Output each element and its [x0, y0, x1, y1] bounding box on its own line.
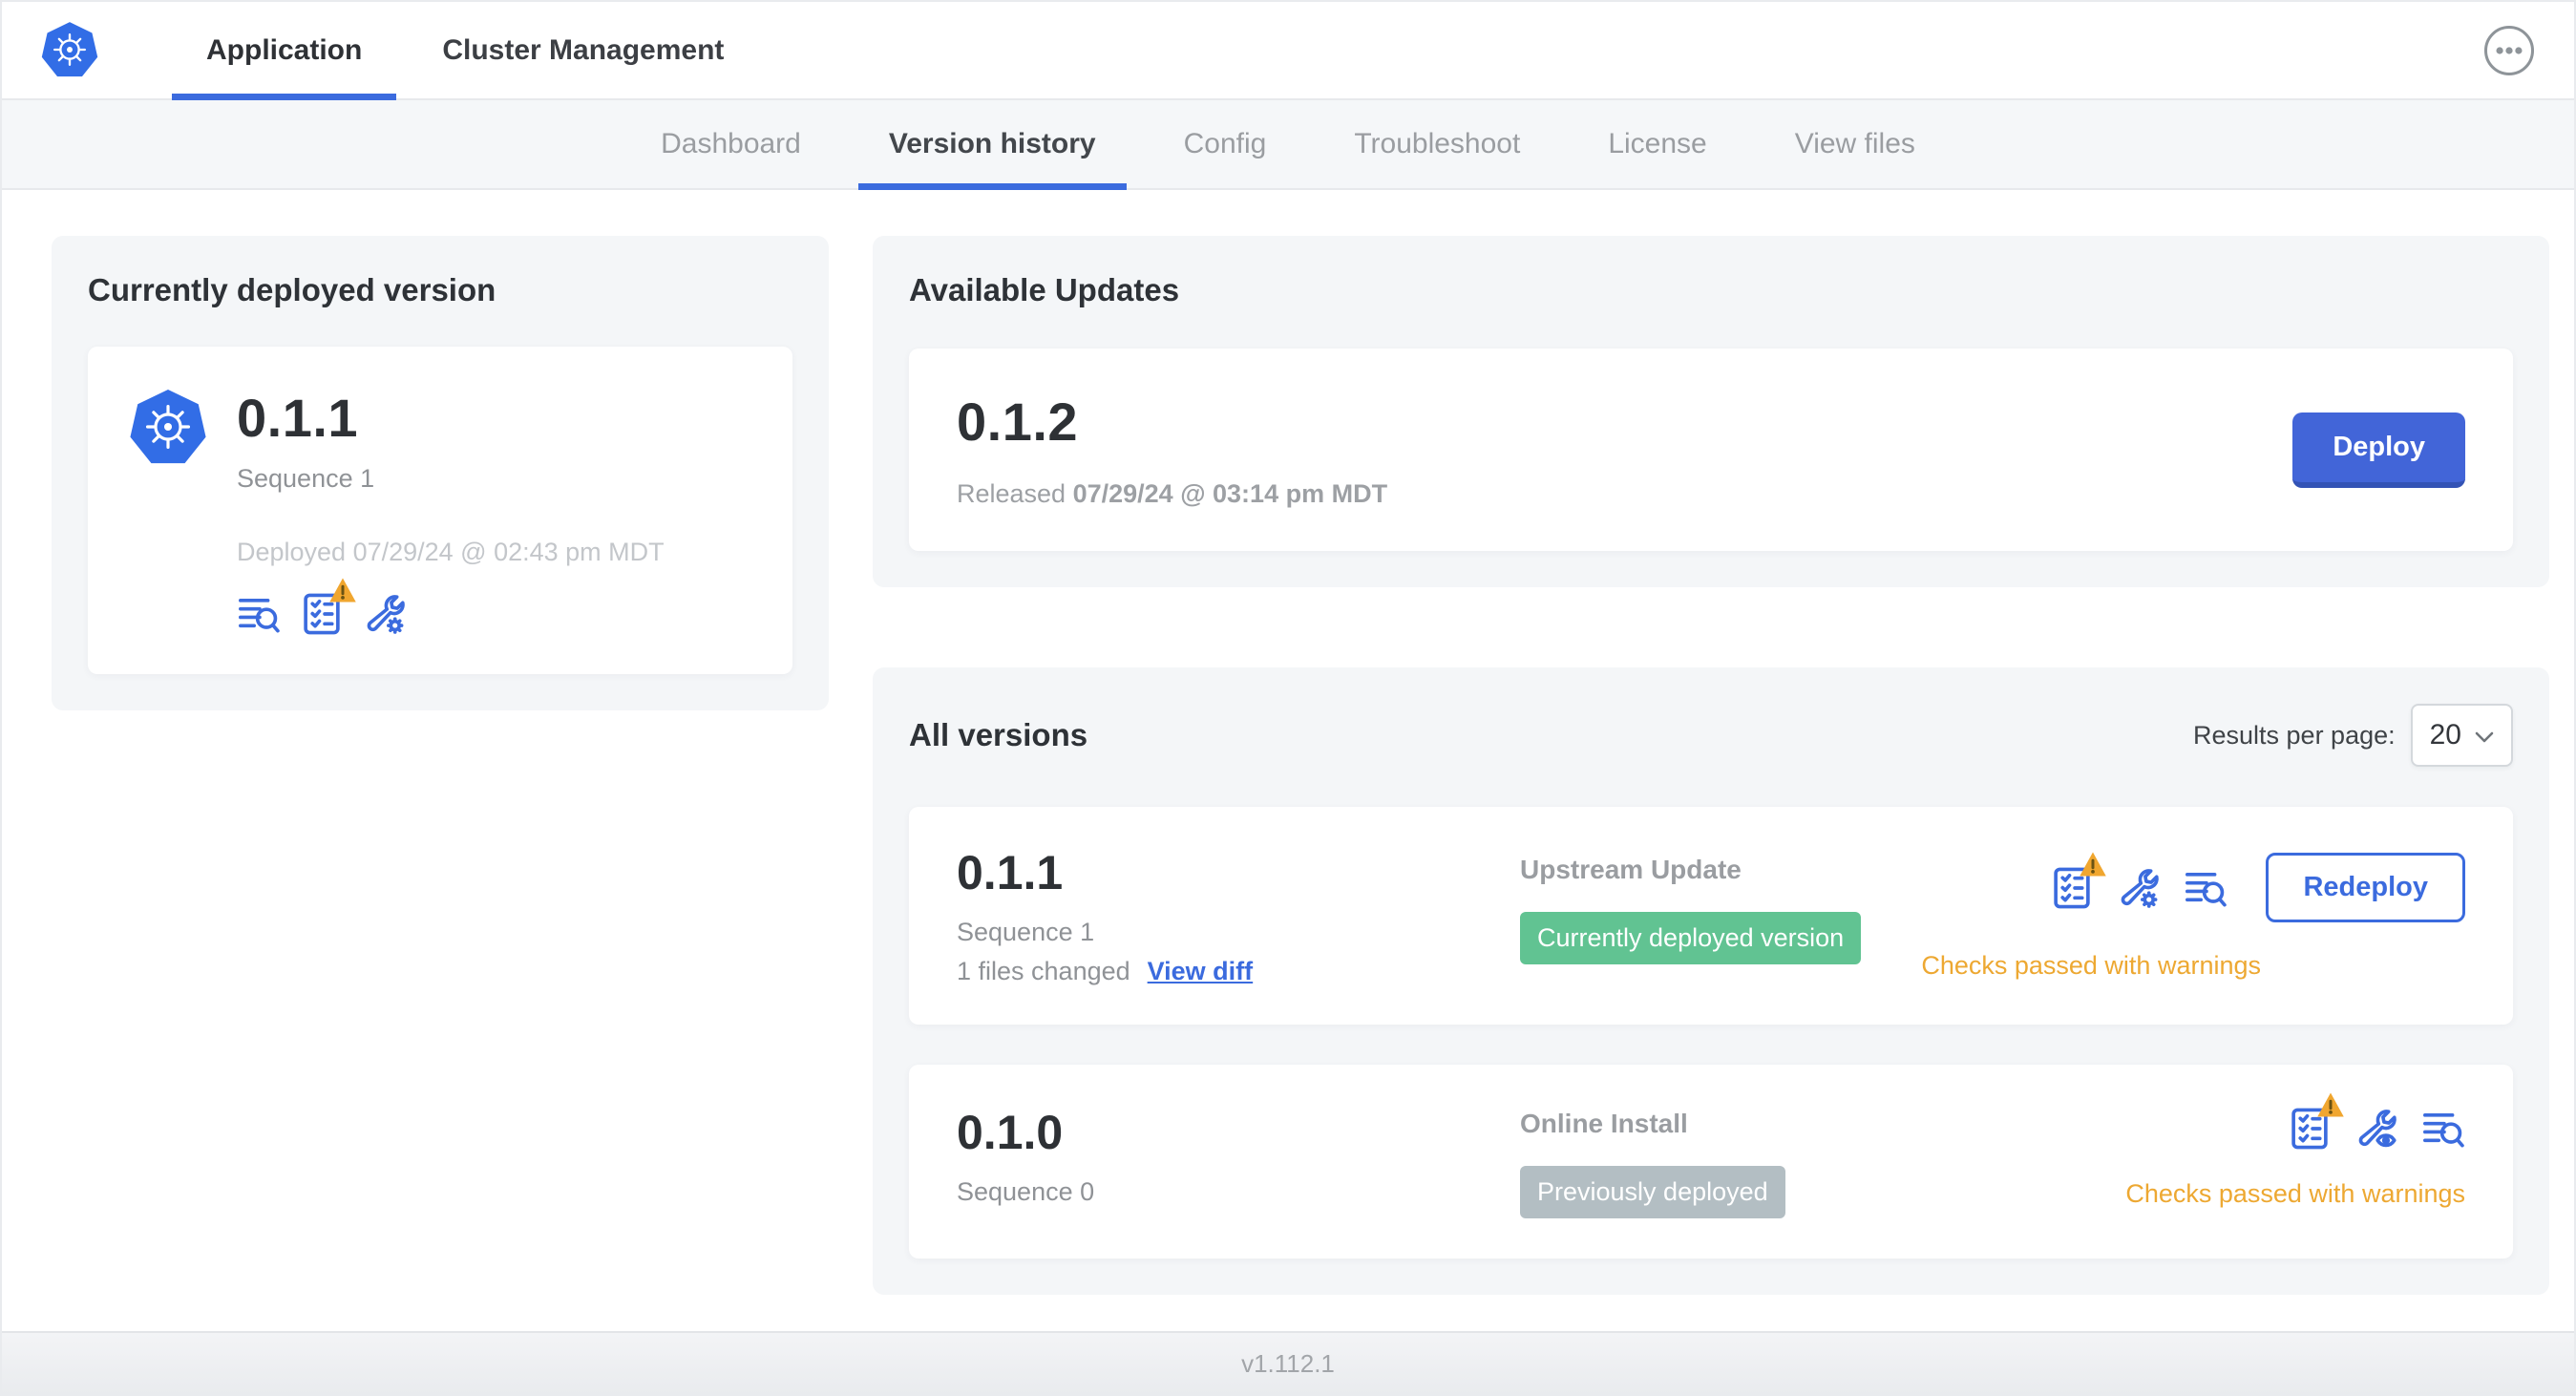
available-updates-title: Available Updates: [909, 272, 1180, 307]
top-bar: Application Cluster Management: [2, 2, 2574, 100]
preflight-checks-warning-icon[interactable]: [2050, 852, 2107, 910]
released-date: 07/29/24 @ 03:14 pm MDT: [1072, 479, 1388, 508]
version-row-actions: Redeploy Checks passed with warnings: [1921, 845, 2465, 986]
tab-application-label: Application: [206, 33, 363, 66]
checks-status[interactable]: Checks passed with warnings: [1921, 951, 2261, 981]
status-badge-previously-deployed: Previously deployed: [1520, 1166, 1785, 1218]
footer: v1.112.1: [2, 1331, 2574, 1394]
top-tabs: Application Cluster Management: [166, 2, 764, 100]
files-changed: 1 files changed View diff: [957, 957, 1520, 986]
version-sequence: Sequence 0: [957, 1177, 1095, 1206]
current-version-actions: [237, 578, 665, 636]
release-notes-icon[interactable]: [237, 592, 281, 636]
version-number: 0.1.0: [957, 1106, 1064, 1159]
version-row-0-1-1: 0.1.1 Sequence 1 1 files changed View di…: [909, 807, 2513, 1025]
version-number: 0.1.1: [957, 846, 1064, 899]
source-label: Upstream Update: [1520, 855, 1742, 884]
config-icon[interactable]: [363, 592, 407, 636]
kubernetes-logo-icon: [40, 20, 99, 81]
preflight-checks-warning-icon[interactable]: [2288, 1092, 2344, 1151]
right-panel: Available Updates 0.1.2 Released 07/29/2…: [873, 236, 2549, 1295]
current-version-title: Currently deployed version: [88, 272, 496, 307]
tab-cluster-management-label: Cluster Management: [442, 33, 725, 66]
status-badge-currently-deployed: Currently deployed version: [1520, 912, 1862, 964]
app-logo-icon: [128, 387, 208, 471]
release-notes-icon[interactable]: [2184, 866, 2228, 910]
redeploy-button[interactable]: Redeploy: [2266, 853, 2465, 922]
update-version-number: 0.1.2: [957, 391, 1079, 452]
subtab-config-label: Config: [1183, 128, 1267, 159]
view-config-icon[interactable]: [2354, 1107, 2398, 1151]
checks-status[interactable]: Checks passed with warnings: [2125, 1179, 2465, 1209]
update-info: 0.1.2 Released 07/29/24 @ 03:14 pm MDT: [957, 391, 1387, 509]
overflow-menu-button[interactable]: [2482, 24, 2536, 77]
warning-triangle-icon: [2079, 851, 2107, 878]
version-row-source: Upstream Update Currently deployed versi…: [1520, 845, 1921, 986]
app-window: Application Cluster Management Dashboard…: [0, 0, 2576, 1396]
subtab-troubleshoot-label: Troubleshoot: [1354, 128, 1521, 159]
all-versions-header: All versions Results per page: 20: [909, 704, 2513, 767]
update-released-timestamp: Released 07/29/24 @ 03:14 pm MDT: [957, 479, 1387, 509]
released-prefix: Released: [957, 479, 1066, 508]
version-row-actions: Checks passed with warnings: [2125, 1092, 2465, 1218]
action-icons: [2288, 1092, 2465, 1151]
ellipsis-icon: [2482, 25, 2536, 80]
chevron-down-icon: [2475, 719, 2494, 751]
update-row: 0.1.2 Released 07/29/24 @ 03:14 pm MDT D…: [909, 349, 2513, 551]
release-notes-icon[interactable]: [2421, 1107, 2465, 1151]
current-version-card: Currently deployed version 0.1.1 Sequenc…: [52, 236, 829, 710]
version-sequence: Sequence 1: [957, 918, 1095, 946]
subtab-version-history[interactable]: Version history: [845, 100, 1140, 190]
all-versions-title: All versions: [909, 717, 1088, 752]
deploy-button[interactable]: Deploy: [2292, 412, 2465, 488]
results-per-page-value: 20: [2429, 719, 2461, 751]
view-diff-link[interactable]: View diff: [1148, 957, 1254, 986]
current-sequence: Sequence 1: [237, 464, 375, 493]
tab-cluster-management[interactable]: Cluster Management: [402, 2, 764, 98]
tab-application[interactable]: Application: [166, 2, 402, 100]
results-per-page-label: Results per page:: [2193, 720, 2396, 750]
current-version-number: 0.1.1: [237, 388, 359, 448]
current-version-info: 0.1.1 Sequence 1 Deployed 07/29/24 @ 02:…: [237, 387, 665, 636]
current-deployed-timestamp: Deployed 07/29/24 @ 02:43 pm MDT: [237, 538, 665, 566]
config-icon[interactable]: [2117, 866, 2161, 910]
version-row-0-1-0: 0.1.0 Sequence 0 Online Install Previous…: [909, 1065, 2513, 1259]
files-changed-label: 1 files changed: [957, 957, 1130, 985]
subtab-dashboard[interactable]: Dashboard: [617, 100, 845, 188]
current-version-panel: Currently deployed version 0.1.1 Sequenc…: [52, 236, 829, 710]
results-per-page-select[interactable]: 20: [2410, 704, 2513, 767]
subtab-license[interactable]: License: [1564, 100, 1750, 188]
source-label: Online Install: [1520, 1109, 1688, 1138]
results-per-page: Results per page: 20: [2193, 704, 2513, 767]
console-version: v1.112.1: [1241, 1348, 1335, 1378]
subtab-version-history-label: Version history: [888, 128, 1096, 159]
action-icons: Redeploy: [2050, 852, 2465, 922]
preflight-checks-warning-icon[interactable]: [300, 578, 356, 636]
subtab-view-files[interactable]: View files: [1751, 100, 1959, 188]
version-row-source: Online Install Previously deployed: [1520, 1099, 2125, 1218]
app-subnav: Dashboard Version history Config Trouble…: [2, 100, 2574, 190]
subtab-troubleshoot[interactable]: Troubleshoot: [1310, 100, 1564, 188]
warning-triangle-icon: [2316, 1091, 2345, 1118]
available-updates-card: Available Updates 0.1.2 Released 07/29/2…: [873, 236, 2549, 587]
subtab-dashboard-label: Dashboard: [661, 128, 801, 159]
current-version-detail: 0.1.1 Sequence 1 Deployed 07/29/24 @ 02:…: [88, 347, 792, 674]
warning-triangle-icon: [328, 577, 357, 603]
all-versions-card: All versions Results per page: 20 0.1.1 …: [873, 667, 2549, 1295]
main-content: Currently deployed version 0.1.1 Sequenc…: [2, 190, 2574, 1331]
subtab-license-label: License: [1608, 128, 1707, 159]
subtab-view-files-label: View files: [1794, 128, 1915, 159]
version-row-info: 0.1.1 Sequence 1 1 files changed View di…: [957, 845, 1520, 986]
version-row-info: 0.1.0 Sequence 0: [957, 1099, 1520, 1218]
subtab-config[interactable]: Config: [1140, 100, 1311, 188]
